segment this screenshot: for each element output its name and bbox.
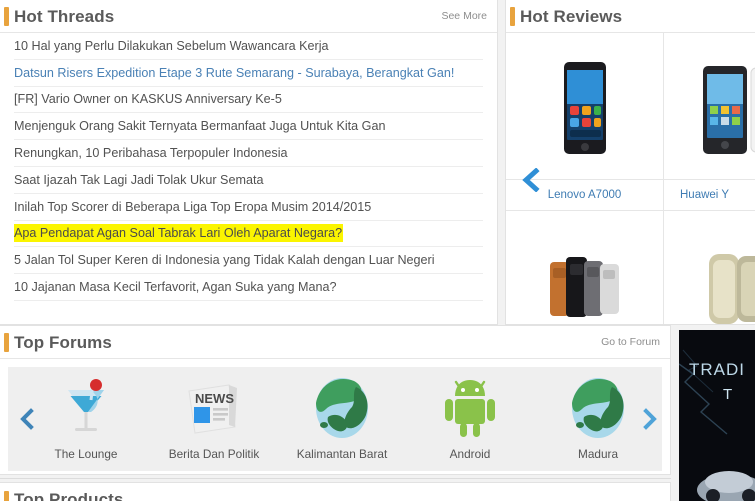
top-forums-header: Top Forums Go to Forum xyxy=(0,326,670,359)
accent-bar-icon xyxy=(4,333,9,352)
thread-list-item[interactable]: Datsun Risers Expedition Etape 3 Rute Se… xyxy=(14,60,483,87)
forum-label: Berita Dan Politik xyxy=(168,447,260,461)
banner-line-1: TRADI xyxy=(689,360,745,379)
forum-label: The Lounge xyxy=(54,447,118,461)
hot-reviews-title: Hot Reviews xyxy=(520,6,623,26)
thread-title: Apa Pendapat Agan Soal Tabrak Lari Oleh … xyxy=(14,225,343,242)
top-forums-carousel: The Lounge NEWS Berita Dan Politik Kalim… xyxy=(8,367,662,471)
thread-title: Inilah Top Scorer di Beberapa Liga Top E… xyxy=(14,199,372,214)
review-card[interactable] xyxy=(506,33,664,179)
page-title: Hot Threads xyxy=(14,6,115,26)
thread-title: 5 Jalan Tol Super Keren di Indonesia yan… xyxy=(14,253,435,268)
chevron-left-icon xyxy=(19,408,34,430)
thread-title: 10 Hal yang Perlu Dilakukan Sebelum Wawa… xyxy=(14,38,329,53)
accent-bar-icon xyxy=(510,7,515,26)
hot-reviews-body: Lenovo A7000 Huawei Y xyxy=(506,33,755,324)
thread-title: Renungkan, 10 Peribahasa Terpopuler Indo… xyxy=(14,146,288,161)
thread-list-item[interactable]: Renungkan, 10 Peribahasa Terpopuler Indo… xyxy=(14,140,483,167)
forums-next-button[interactable] xyxy=(636,404,662,434)
review-thumbnail xyxy=(506,211,663,324)
svg-text:NEWS: NEWS xyxy=(195,391,234,406)
sidebar-item-the-lounge[interactable]: The Lounge xyxy=(22,377,150,461)
forums-prev-button[interactable] xyxy=(14,404,40,434)
phone-huawei-y-icon xyxy=(703,66,755,154)
thread-list-item[interactable]: [FR] Vario Owner on KASKUS Anniversary K… xyxy=(14,87,483,114)
thread-list-item[interactable]: 5 Jalan Tol Super Keren di Indonesia yan… xyxy=(14,247,483,275)
thread-list-item[interactable]: Inilah Top Scorer di Beberapa Liga Top E… xyxy=(14,194,483,221)
top-forums-title: Top Forums xyxy=(14,332,112,352)
hot-threads-panel: Hot Threads See More 10 Hal yang Perlu D… xyxy=(0,0,498,325)
review-thumbnail xyxy=(664,211,755,324)
accent-bar-icon xyxy=(4,491,9,501)
hot-reviews-row-1 xyxy=(506,33,755,179)
thread-list-item[interactable]: 10 Jajanan Masa Kecil Terfavorit, Agan S… xyxy=(14,274,483,301)
section-divider xyxy=(0,478,671,479)
globe-icon xyxy=(568,377,628,439)
phone-lenovo-a7000-icon xyxy=(563,62,606,154)
thread-list-item[interactable]: Menjenguk Orang Sakit Ternyata Bermanfaa… xyxy=(14,113,483,141)
thread-title: Datsun Risers Expedition Etape 3 Rute Se… xyxy=(14,65,455,80)
thread-title: 10 Jajanan Masa Kecil Terfavorit, Agan S… xyxy=(14,280,337,295)
thread-list-item[interactable]: 10 Hal yang Perlu Dilakukan Sebelum Wawa… xyxy=(14,33,483,60)
go-to-forum-link[interactable]: Go to Forum xyxy=(601,336,660,348)
accent-bar-icon xyxy=(4,7,9,26)
forum-label: Android xyxy=(449,447,491,461)
see-more-link[interactable]: See More xyxy=(441,10,487,22)
cocktail-icon xyxy=(60,377,112,439)
review-card[interactable] xyxy=(664,33,755,179)
thread-list-item[interactable]: Apa Pendapat Agan Soal Tabrak Lari Oleh … xyxy=(14,221,483,248)
review-card[interactable] xyxy=(664,211,755,324)
sidebar-item-android[interactable]: Android xyxy=(406,377,534,461)
top-forums-panel: Top Forums Go to Forum The Lounge NEWS B… xyxy=(0,325,671,475)
android-icon xyxy=(443,377,497,439)
review-title[interactable]: Lenovo A7000 xyxy=(548,189,622,201)
chevron-right-icon xyxy=(642,408,657,430)
sidebar-item-kalimantan-barat[interactable]: Kalimantan Barat xyxy=(278,377,406,461)
hot-threads-header: Hot Threads See More xyxy=(0,0,497,33)
review-title[interactable]: Huawei Y xyxy=(680,189,729,201)
top-products-header: Top Products xyxy=(0,483,670,501)
forum-label: Kalimantan Barat xyxy=(296,447,388,461)
hot-threads-list: 10 Hal yang Perlu Dilakukan Sebelum Wawa… xyxy=(0,33,497,301)
phone-samsung-galaxy-s6-edge-icon xyxy=(709,254,755,324)
hot-reviews-row-2 xyxy=(506,211,755,324)
thread-title: Saat Ijazah Tak Lagi Jadi Tolak Ukur Sem… xyxy=(14,172,264,187)
top-products-panel: Top Products xyxy=(0,482,671,501)
phone-lg-g4-icon xyxy=(549,257,619,317)
page-root: Hot Threads See More 10 Hal yang Perlu D… xyxy=(0,0,755,501)
newspaper-icon: NEWS xyxy=(185,377,243,439)
globe-icon xyxy=(312,377,372,439)
forum-label: Madura xyxy=(578,447,618,461)
advertisement-banner[interactable]: TRADI T xyxy=(679,330,755,501)
sidebar-item-berita-dan-politik[interactable]: NEWS Berita Dan Politik xyxy=(150,377,278,461)
thread-list-item[interactable]: Saat Ijazah Tak Lagi Jadi Tolak Ukur Sem… xyxy=(14,167,483,194)
review-card[interactable] xyxy=(506,211,664,324)
thread-title: [FR] Vario Owner on KASKUS Anniversary K… xyxy=(14,92,282,107)
thread-title: Menjenguk Orang Sakit Ternyata Bermanfaa… xyxy=(14,119,386,134)
reviews-prev-button[interactable] xyxy=(518,165,544,195)
review-thumbnail xyxy=(506,33,663,171)
review-thumbnail xyxy=(664,33,755,171)
banner-line-2: T xyxy=(723,386,733,403)
top-products-title: Top Products xyxy=(14,490,124,501)
hot-reviews-panel: Hot Reviews Lenovo A7000 Huawei Y xyxy=(505,0,755,325)
chevron-left-icon xyxy=(521,168,540,192)
hot-reviews-header: Hot Reviews xyxy=(506,0,755,33)
